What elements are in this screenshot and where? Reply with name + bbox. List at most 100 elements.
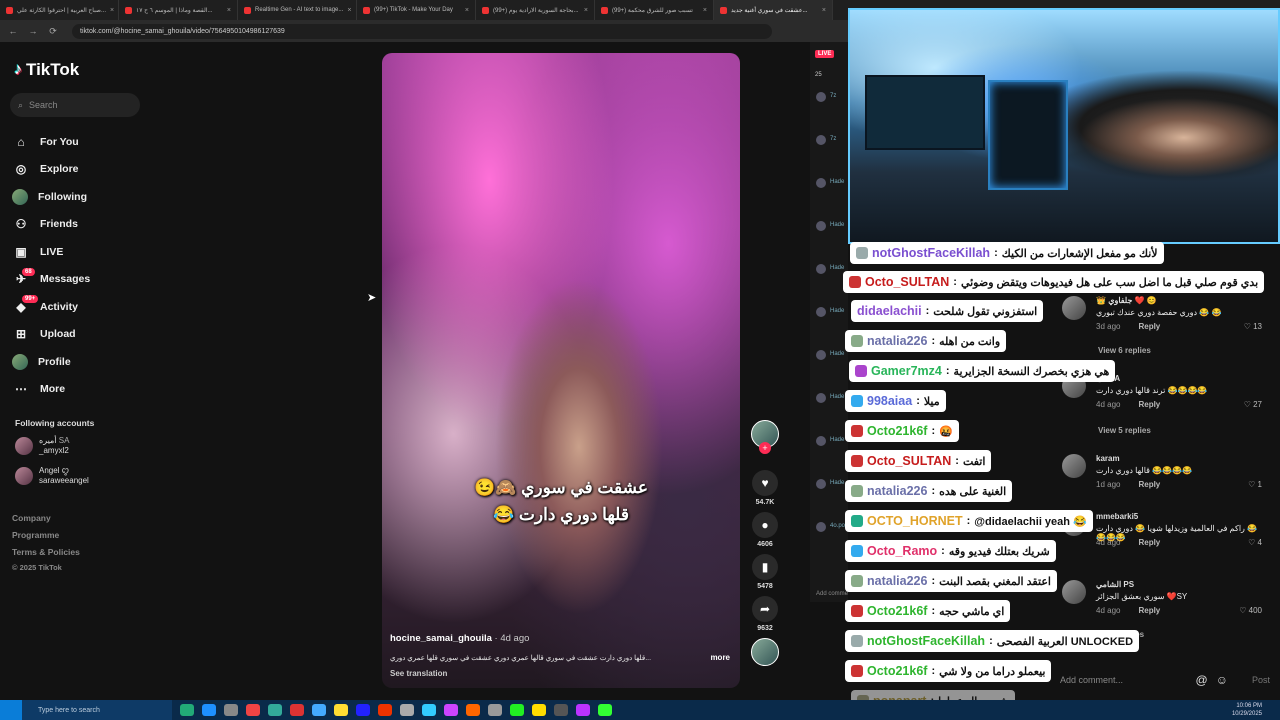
taskbar-app-icon[interactable] — [488, 704, 502, 716]
reply-button[interactable]: Reply — [1138, 322, 1160, 331]
taskbar-app-icon[interactable] — [444, 704, 458, 716]
mention-icon[interactable]: @ — [1196, 673, 1208, 687]
more-button[interactable]: more — [710, 653, 730, 662]
live-avatar[interactable] — [816, 436, 826, 446]
live-avatar[interactable] — [816, 178, 826, 188]
taskbar-app-icon[interactable] — [246, 704, 260, 716]
taskbar-app-icon[interactable] — [202, 704, 216, 716]
browser-tab[interactable]: عشقت في سوري أغنية جديد... × — [714, 0, 833, 20]
live-avatar[interactable] — [816, 264, 826, 274]
browser-tab[interactable]: القصة وماذا | الموسم ٦ ح ١٧... × — [119, 0, 238, 20]
footer-terms[interactable]: Terms & Policies — [12, 547, 80, 557]
taskbar-app-icon[interactable] — [400, 704, 414, 716]
browser-tab[interactable]: (99+) TikTok - Make Your Day × — [357, 0, 476, 20]
back-icon[interactable]: ← — [8, 26, 18, 36]
reply-button[interactable]: Reply — [1138, 606, 1160, 615]
comment-author[interactable]: karam — [1096, 454, 1120, 463]
search-input[interactable]: ⌕ Search — [10, 93, 140, 117]
comment-like[interactable]: ♡ 4 — [1248, 538, 1262, 547]
menu-item-following[interactable]: Following — [12, 183, 152, 211]
close-tab-icon[interactable]: × — [227, 7, 231, 14]
taskbar-app-icon[interactable] — [576, 704, 590, 716]
reply-button[interactable]: Reply — [1138, 480, 1160, 489]
browser-tab[interactable]: Realtime Gen - AI text to image... × — [238, 0, 357, 20]
taskbar-app-icon[interactable] — [334, 704, 348, 716]
forward-icon[interactable]: → — [28, 26, 38, 36]
reload-icon[interactable]: ⟳ — [48, 26, 58, 37]
close-tab-icon[interactable]: × — [822, 7, 826, 14]
comment-author[interactable]: الشامي PS — [1096, 580, 1134, 589]
view-replies-link[interactable]: View 5 replies — [1098, 426, 1151, 435]
reply-button[interactable]: Reply — [1138, 400, 1160, 409]
browser-tab[interactable]: (99+) بحاجة السورية الارادية يوم... × — [476, 0, 595, 20]
close-tab-icon[interactable]: × — [465, 7, 469, 14]
taskbar-app-icon[interactable] — [290, 704, 304, 716]
reply-button[interactable]: Reply — [1138, 538, 1160, 547]
heart-icon[interactable]: ♥ — [752, 470, 778, 496]
taskbar-app-icon[interactable] — [422, 704, 436, 716]
heart-icon[interactable]: ♡ — [1239, 606, 1248, 615]
heart-icon[interactable]: ♡ — [1244, 400, 1253, 409]
following-account[interactable]: أميره SA _amyxl2 — [15, 436, 69, 456]
emoji-icon[interactable]: ☺ — [1216, 673, 1228, 687]
footer-programme[interactable]: Programme — [12, 530, 59, 540]
taskbar-app-icon[interactable] — [268, 704, 282, 716]
tiktok-logo[interactable]: ♪ TikTok — [14, 60, 79, 80]
heart-icon[interactable]: ♡ — [1244, 322, 1253, 331]
windows-start-icon[interactable] — [0, 700, 22, 720]
live-avatar[interactable] — [816, 92, 826, 102]
comment-icon[interactable]: ● — [752, 512, 778, 538]
footer-company[interactable]: Company — [12, 513, 51, 523]
taskbar-app-icon[interactable] — [554, 704, 568, 716]
live-avatar[interactable] — [816, 393, 826, 403]
live-avatar[interactable] — [816, 307, 826, 317]
follow-plus-icon[interactable]: + — [759, 442, 771, 454]
taskbar-app-icon[interactable] — [180, 704, 194, 716]
menu-item-explore[interactable]: ◎ Explore — [12, 156, 152, 184]
taskbar-app-icon[interactable] — [510, 704, 524, 716]
live-avatar[interactable] — [816, 479, 826, 489]
taskbar-app-icon[interactable] — [378, 704, 392, 716]
video-player[interactable]: عشقت في سوري 🙈😉 قلها دوري دارت 😂 hocine_… — [382, 53, 740, 688]
close-tab-icon[interactable]: × — [703, 7, 707, 14]
live-avatar[interactable] — [816, 350, 826, 360]
live-avatar[interactable] — [816, 522, 826, 532]
avatar[interactable] — [1062, 296, 1086, 320]
close-tab-icon[interactable]: × — [110, 7, 114, 14]
comment-like[interactable]: ♡ 400 — [1239, 606, 1262, 615]
heart-icon[interactable]: ♡ — [1248, 538, 1257, 547]
see-translation-link[interactable]: See translation — [390, 669, 447, 678]
share-icon[interactable]: ➦ — [752, 596, 778, 622]
close-tab-icon[interactable]: × — [584, 7, 588, 14]
video-author[interactable]: hocine_samai_ghouila · 4d ago — [390, 633, 529, 644]
taskbar-search[interactable]: Type here to search — [22, 700, 172, 720]
live-avatar[interactable] — [816, 135, 826, 145]
avatar[interactable] — [1062, 580, 1086, 604]
taskbar-app-icon[interactable] — [356, 704, 370, 716]
browser-tab[interactable]: (99+) تسبب صور للشرق محكمة × — [595, 0, 714, 20]
taskbar-app-icon[interactable] — [312, 704, 326, 716]
add-comment-mini[interactable]: Add comme — [816, 591, 848, 597]
avatar[interactable] — [1062, 454, 1086, 478]
following-account[interactable]: Angel ꨄ saraweeangel — [15, 466, 89, 486]
taskbar-app-icon[interactable] — [224, 704, 238, 716]
comment-like[interactable]: ♡ 1 — [1248, 480, 1262, 489]
menu-item-activity[interactable]: ◆ 99+ Activity — [12, 293, 152, 321]
menu-item-for-you[interactable]: ⌂ For You — [12, 128, 152, 156]
add-comment-input[interactable]: Add comment... — [1060, 675, 1123, 685]
live-avatar[interactable] — [816, 221, 826, 231]
post-button[interactable]: Post — [1252, 675, 1270, 685]
menu-item-live[interactable]: ▣ LIVE — [12, 238, 152, 266]
menu-item-profile[interactable]: Profile — [12, 348, 152, 376]
view-replies-link[interactable]: View 6 replies — [1098, 346, 1151, 355]
music-disc-avatar[interactable] — [751, 638, 779, 666]
menu-item-messages[interactable]: ✈ 68 Messages — [12, 266, 152, 294]
comment-author[interactable]: mmebarki5 — [1096, 512, 1138, 521]
menu-item-friends[interactable]: ⚇ Friends — [12, 211, 152, 239]
heart-icon[interactable]: ♡ — [1248, 480, 1257, 489]
bookmark-icon[interactable]: ▮ — [752, 554, 778, 580]
comment-like[interactable]: ♡ 27 — [1244, 400, 1262, 409]
taskbar-app-icon[interactable] — [532, 704, 546, 716]
browser-tab[interactable]: صباح العربية | احترقوا الكارثة علي... × — [0, 0, 119, 20]
menu-item-more[interactable]: ⋯ More — [12, 376, 152, 404]
